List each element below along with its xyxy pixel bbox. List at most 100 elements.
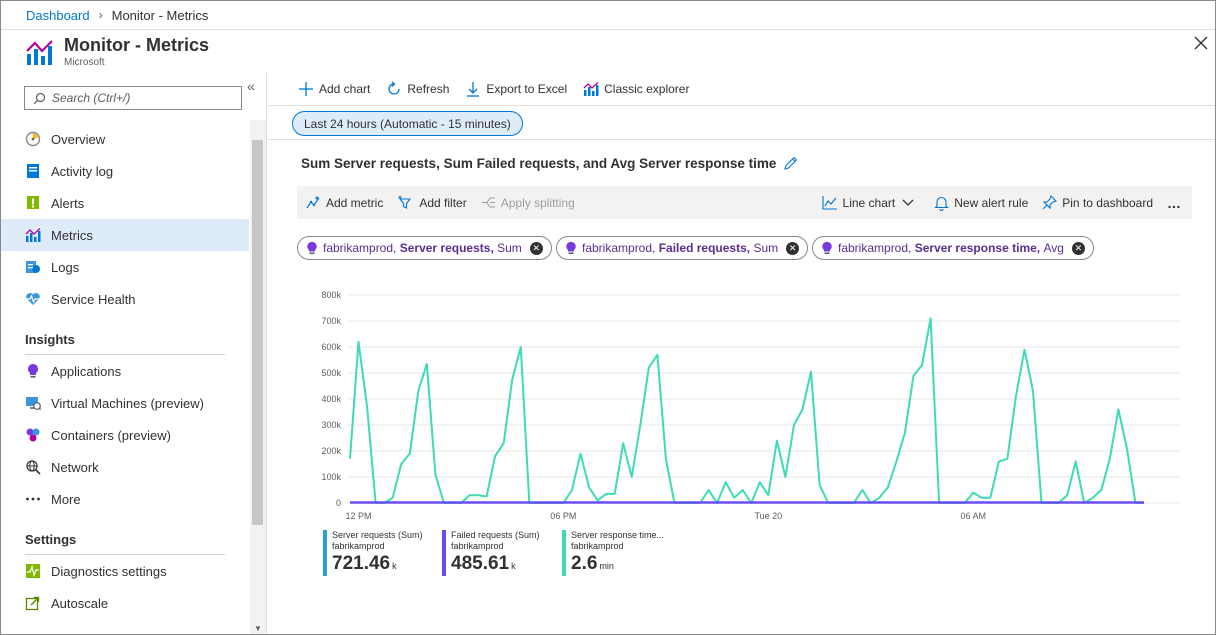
- more-options-button[interactable]: …: [1167, 195, 1182, 211]
- close-icon[interactable]: [1191, 33, 1211, 53]
- sidebar-item-diagnostics-settings[interactable]: Diagnostics settings: [1, 555, 249, 587]
- remove-metric-icon[interactable]: ✕: [1071, 241, 1085, 255]
- remove-metric-icon[interactable]: ✕: [786, 241, 800, 255]
- sidebar-item-metrics[interactable]: Metrics: [1, 219, 249, 251]
- refresh-label: Refresh: [407, 82, 450, 96]
- metric-pill-server-response-time[interactable]: fabrikamprod, Server response time, Avg …: [812, 236, 1094, 260]
- legend-series-name: Server response time...: [571, 530, 665, 540]
- logs-icon: [25, 259, 41, 275]
- legend-color-bar: [562, 530, 566, 576]
- overview-icon: [25, 131, 41, 147]
- edit-pencil-icon[interactable]: [783, 156, 798, 171]
- classic-explorer-button[interactable]: Classic explorer: [583, 81, 689, 97]
- applications-icon: [25, 363, 41, 379]
- sidebar-item-activity-log[interactable]: Activity log: [1, 155, 249, 187]
- legend-server-requests[interactable]: Server requests (Sum) fabrikamprod 721.4…: [323, 530, 433, 576]
- chart-toolbar-right: Line chart New alert rule Pin to dashboa…: [821, 186, 1182, 219]
- legend-value-number: 721.46: [332, 553, 391, 574]
- export-to-excel-button[interactable]: Export to Excel: [465, 81, 567, 97]
- legend-unit: k: [511, 561, 516, 571]
- y-tick-label: 800k: [321, 290, 341, 300]
- filter-icon: [398, 195, 412, 209]
- sidebar-item-label: Diagnostics settings: [51, 563, 167, 579]
- sidebar-item-alerts[interactable]: Alerts: [1, 187, 249, 219]
- sidebar-item-label: Applications: [51, 363, 122, 379]
- x-tick-label: Tue 20: [755, 511, 783, 521]
- service-health-icon: [25, 291, 41, 307]
- apply-splitting-label: Apply splitting: [500, 195, 575, 210]
- sidebar-item-label: Network: [51, 459, 99, 475]
- download-icon: [467, 82, 480, 97]
- sidebar-item-logs[interactable]: Logs: [1, 251, 249, 283]
- metric-pill-server-requests[interactable]: fabrikamprod, Server requests, Sum ✕: [297, 236, 552, 260]
- add-chart-label: Add chart: [319, 82, 371, 96]
- metrics-icon: [25, 227, 41, 243]
- collapse-sidebar-icon[interactable]: «: [247, 78, 255, 94]
- export-label: Export to Excel: [486, 82, 568, 96]
- metric-pill-failed-requests[interactable]: fabrikamprod, Failed requests, Sum ✕: [556, 236, 809, 260]
- line-chart-dropdown[interactable]: Line chart: [821, 195, 921, 210]
- command-bar: Add chart Refresh Export to Excel Classi…: [268, 73, 1215, 106]
- legend-value: 2.6 min: [571, 553, 682, 575]
- sidebar-item-label: Activity log: [51, 163, 114, 179]
- sidebar-item-label: Alerts: [51, 195, 85, 211]
- pill-metric: Server requests,: [399, 241, 494, 255]
- chart-title: Sum Server requests, Sum Failed requests…: [301, 156, 798, 171]
- scrollbar-thumb[interactable]: [252, 140, 263, 525]
- legend-failed-requests[interactable]: Failed requests (Sum) fabrikamprod 485.6…: [442, 530, 552, 576]
- sidebar-item-containers[interactable]: Containers (preview): [1, 419, 249, 451]
- sidebar-item-more[interactable]: More: [1, 483, 249, 515]
- breadcrumb-dashboard-link[interactable]: Dashboard: [26, 8, 90, 23]
- time-range-picker[interactable]: Last 24 hours (Automatic - 15 minutes): [292, 111, 523, 136]
- line-chart-icon: [821, 196, 837, 210]
- activity-log-icon: [25, 163, 41, 179]
- pill-resource: fabrikamprod,: [582, 241, 656, 255]
- sidebar-item-overview[interactable]: Overview: [1, 123, 249, 155]
- legend-value: 485.61 k: [451, 553, 552, 575]
- sidebar-scrollbar[interactable]: ▼: [250, 120, 266, 634]
- refresh-icon: [388, 81, 401, 95]
- pill-metric: Failed requests,: [658, 241, 751, 255]
- sidebar-item-label: Metrics: [51, 227, 93, 243]
- network-icon: [25, 459, 41, 475]
- legend-value: 721.46 k: [332, 553, 433, 575]
- classic-explorer-label: Classic explorer: [604, 82, 690, 96]
- sidebar-item-service-health[interactable]: Service Health: [1, 283, 249, 315]
- scroll-down-icon[interactable]: ▼: [254, 624, 262, 633]
- sidebar-item-virtual-machines[interactable]: Virtual Machines (preview): [1, 387, 249, 419]
- add-chart-button[interactable]: Add chart: [298, 81, 370, 97]
- x-tick-label: 12 PM: [346, 511, 372, 521]
- y-tick-label: 700k: [321, 316, 341, 326]
- refresh-button[interactable]: Refresh: [386, 81, 449, 97]
- pin-to-dashboard-button[interactable]: Pin to dashboard: [1042, 195, 1153, 210]
- x-tick-label: 06 AM: [960, 511, 986, 521]
- search-icon: [33, 92, 46, 104]
- legend-series-name: Failed requests (Sum): [451, 530, 540, 540]
- sidebar-item-applications[interactable]: Applications: [1, 355, 249, 387]
- chevron-right-icon: ›: [98, 8, 103, 22]
- legend-unit: min: [599, 561, 614, 571]
- breadcrumb: Dashboard › Monitor - Metrics: [1, 1, 1215, 30]
- sidebar-item-label: Overview: [51, 131, 106, 147]
- y-tick-label: 0: [336, 498, 341, 508]
- containers-icon: [25, 427, 41, 443]
- page-title: Monitor - Metrics: [64, 35, 210, 55]
- remove-metric-icon[interactable]: ✕: [529, 241, 543, 255]
- metrics-line-chart[interactable]: 0 100k 200k 300k 400k 500k 600k 700k 800k 12 PM 06…: [297, 285, 1197, 525]
- sidebar-item-network[interactable]: Network: [1, 451, 249, 483]
- pin-icon: [1042, 195, 1058, 210]
- add-filter-button[interactable]: Add filter: [397, 195, 467, 210]
- add-metric-icon: [306, 196, 320, 209]
- legend-series-name: Server requests (Sum): [332, 530, 423, 540]
- legend-server-response-time[interactable]: Server response time... fabrikamprod 2.6…: [562, 530, 682, 576]
- sidebar-item-label: Containers (preview): [51, 427, 171, 443]
- sidebar-item-autoscale[interactable]: Autoscale: [1, 587, 249, 619]
- add-metric-button[interactable]: Add metric: [306, 195, 383, 210]
- legend-resource: fabrikamprod: [451, 541, 504, 551]
- legend-value-number: 2.6: [571, 553, 598, 574]
- diagnostics-icon: [25, 563, 41, 579]
- add-metric-label: Add metric: [326, 195, 384, 210]
- new-alert-rule-button[interactable]: New alert rule: [934, 195, 1028, 211]
- apply-splitting-button[interactable]: Apply splitting: [481, 195, 575, 210]
- search-input[interactable]: Search (Ctrl+/): [24, 86, 242, 110]
